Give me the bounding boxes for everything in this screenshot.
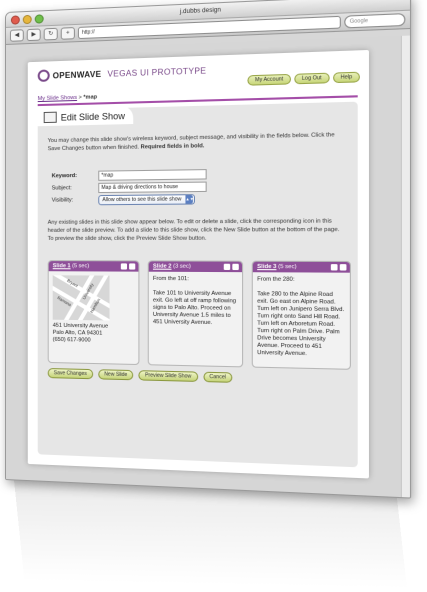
form-buttons: Save Changes New Slide Preview Slide Sho… xyxy=(47,368,233,383)
slideshow-form: Keyword: *map Subject: Map & driving dir… xyxy=(52,168,207,207)
slide-card: Slide 3 (5 sec) From the 280: Take 280 t… xyxy=(251,260,351,370)
cancel-button[interactable]: Cancel xyxy=(202,371,233,383)
slide-card-header: Slide 3 (5 sec) xyxy=(252,261,350,273)
product-name: VEGAS UI PROTOTYPE xyxy=(107,65,207,79)
slide-duration: (3 sec) xyxy=(173,263,191,270)
minimize-button[interactable] xyxy=(22,14,32,25)
edit-slide-icon[interactable] xyxy=(120,263,128,270)
slide-directions: From the 280: Take 280 to the Alpine Roa… xyxy=(257,276,345,358)
delete-slide-icon[interactable] xyxy=(339,264,347,271)
new-slide-button[interactable]: New Slide xyxy=(98,369,134,381)
log-out-button[interactable]: Log Out xyxy=(294,72,330,85)
vertical-scrollbar[interactable] xyxy=(400,35,410,498)
map-label: Bryant xyxy=(66,277,79,289)
breadcrumb-my-slide-shows[interactable]: My Slide Shows xyxy=(38,95,77,102)
account-links: My Account Log Out Help xyxy=(247,71,360,86)
brand-name: OPENWAVE xyxy=(52,69,102,80)
preview-slide-show-button[interactable]: Preview Slide Show xyxy=(138,370,198,382)
keyword-input[interactable]: *map xyxy=(98,169,207,181)
openwave-logo-icon xyxy=(37,69,50,82)
slide-duration: (5 sec) xyxy=(72,263,90,270)
visibility-label: Visibility: xyxy=(51,197,74,204)
subject-input[interactable]: Map & driving directions to house xyxy=(98,181,207,194)
edit-slide-icon[interactable] xyxy=(330,264,338,271)
slide-card-header: Slide 2 (3 sec) xyxy=(148,261,243,273)
slide-card-header: Slide 1 (5 sec) xyxy=(48,261,139,272)
slide-card: Slide 1 (5 sec) Bryant University Ramona… xyxy=(47,260,140,366)
slide-address: 451 University Avenue Palo Alto, CA 9430… xyxy=(52,322,109,344)
help-button[interactable]: Help xyxy=(332,71,360,84)
slide-card: Slide 2 (3 sec) From the 101: Take 101 t… xyxy=(147,260,244,368)
visibility-row: Visibility: Allow others to see this sli… xyxy=(52,193,207,207)
required-note: Required fields in bold. xyxy=(140,143,205,151)
slide-card-body: Bryant University Ramona Hamilton 451 Un… xyxy=(49,271,139,349)
add-bookmark-icon[interactable]: + xyxy=(60,27,75,40)
slide-2-link[interactable]: Slide 2 xyxy=(153,263,172,269)
edit-slide-icon[interactable] xyxy=(223,263,231,271)
window-controls xyxy=(10,14,44,25)
close-button[interactable] xyxy=(10,15,20,25)
web-page: OPENWAVE VEGAS UI PROTOTYPE My Account L… xyxy=(27,49,369,479)
presentation-stage: j.dubbs design ◀ ▶ ↻ + http:// Google OP… xyxy=(0,0,427,592)
delete-slide-icon[interactable] xyxy=(129,263,136,270)
page-viewport: OPENWAVE VEGAS UI PROTOTYPE My Account L… xyxy=(5,35,410,498)
delete-slide-icon[interactable] xyxy=(232,263,239,271)
slide-directions: From the 101: Take 101 to University Ave… xyxy=(152,275,237,327)
visibility-select[interactable]: Allow others to see this slide show ▲▼ xyxy=(98,194,195,206)
slide-duration: (5 sec) xyxy=(278,263,297,271)
window-reflection xyxy=(14,480,407,588)
reload-icon[interactable]: ↻ xyxy=(43,27,58,41)
slide-1-link[interactable]: Slide 1 xyxy=(53,263,71,269)
zoom-button[interactable] xyxy=(34,14,44,24)
slideshow-icon xyxy=(43,111,57,124)
keyword-label: Keyword: xyxy=(51,172,77,180)
window-title: j.dubbs design xyxy=(179,7,221,16)
slides-intro-text: Any existing slides in this slide show a… xyxy=(47,218,340,242)
save-changes-button[interactable]: Save Changes xyxy=(47,368,93,380)
slide-map-image: Bryant University Ramona Hamilton xyxy=(52,275,110,321)
visibility-value: Allow others to see this slide show xyxy=(102,196,182,204)
page-title: Edit Slide Show xyxy=(60,110,125,123)
slide-list: Slide 1 (5 sec) Bryant University Ramona… xyxy=(47,260,351,370)
browser-window: j.dubbs design ◀ ▶ ↻ + http:// Google OP… xyxy=(5,0,412,499)
my-account-button[interactable]: My Account xyxy=(247,73,291,86)
search-field[interactable]: Google xyxy=(344,13,406,29)
edit-panel: Edit Slide Show You may change this slid… xyxy=(37,101,358,468)
select-arrow-icon: ▲▼ xyxy=(185,195,194,204)
panel-tab: Edit Slide Show xyxy=(37,105,134,127)
back-arrow-icon[interactable]: ◀ xyxy=(9,29,24,42)
forward-arrow-icon[interactable]: ▶ xyxy=(26,28,41,42)
breadcrumb-current: *map xyxy=(83,94,98,101)
intro-text: You may change this slide show's wireles… xyxy=(48,131,347,153)
slide-3-link[interactable]: Slide 3 xyxy=(257,264,276,270)
subject-label: Subject: xyxy=(51,185,72,192)
